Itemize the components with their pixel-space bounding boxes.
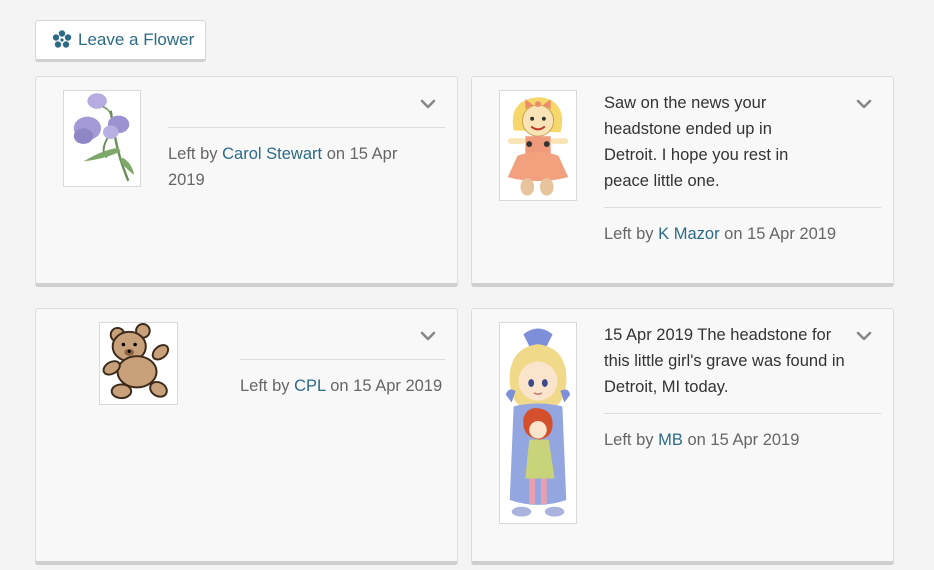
separator <box>168 127 445 128</box>
left-by-line: Left by K Mazor on 15 Apr 2019 <box>604 225 837 243</box>
chevron-down-icon[interactable] <box>419 330 437 342</box>
author-link[interactable]: Carol Stewart <box>222 145 322 163</box>
chevron-down-icon[interactable] <box>855 98 873 110</box>
leave-flower-button[interactable]: Leave a Flower <box>35 20 206 62</box>
author-link[interactable]: K Mazor <box>658 225 719 243</box>
separator <box>604 413 881 414</box>
girl-holding-doll-image <box>499 322 577 524</box>
separator <box>604 207 881 208</box>
sweet-pea-flower-image <box>63 90 141 187</box>
chevron-down-icon[interactable] <box>855 330 873 342</box>
flower-message: 15 Apr 2019 The headstone for this littl… <box>604 326 845 396</box>
memorial-card-1: Left by Carol Stewart on 15 Apr 2019 <box>35 76 458 287</box>
left-by-line: Left by MB on 15 Apr 2019 <box>604 431 800 449</box>
chevron-down-icon[interactable] <box>419 98 437 110</box>
left-by-line: Left by Carol Stewart on 15 Apr 2019 <box>168 145 398 189</box>
memorial-card-3: Left by CPL on 15 Apr 2019 <box>35 308 458 565</box>
flower-icon <box>51 29 73 51</box>
rag-doll-image <box>499 90 577 201</box>
author-link[interactable]: CPL <box>294 377 326 395</box>
teddy-bear-image <box>99 322 178 405</box>
memorial-card-2: Saw on the news your headstone ended up … <box>471 76 894 287</box>
left-by-line: Left by CPL on 15 Apr 2019 <box>240 377 443 395</box>
flower-message: Saw on the news your headstone ended up … <box>604 94 789 190</box>
leave-flower-label: Leave a Flower <box>78 30 195 49</box>
memorial-card-4: 15 Apr 2019 The headstone for this littl… <box>471 308 894 565</box>
author-link[interactable]: MB <box>658 431 683 449</box>
separator <box>240 359 445 360</box>
